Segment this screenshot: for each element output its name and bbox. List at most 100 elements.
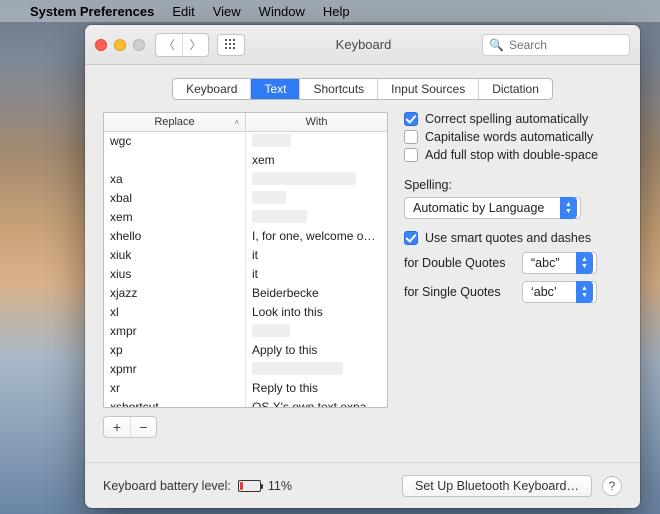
table-row[interactable]: xmpr [104, 322, 387, 341]
replace-cell[interactable]: xhello [104, 227, 246, 245]
preferences-window: 〈 〉 Keyboard 🔍 Keyboard Text Shortcuts I… [85, 25, 640, 508]
with-cell[interactable] [246, 208, 387, 226]
footer: Keyboard battery level: 11% Set Up Bluet… [85, 462, 640, 508]
checkbox-label: Use smart quotes and dashes [425, 231, 591, 245]
replacements-table[interactable]: Replace ˄ With wgcxemxaxbalxemxhelloI, f… [103, 112, 388, 408]
titlebar: 〈 〉 Keyboard 🔍 [85, 25, 640, 65]
column-with[interactable]: With [246, 113, 387, 131]
redacted-text [252, 210, 307, 223]
capitalise-checkbox[interactable]: Capitalise words automatically [404, 130, 622, 144]
with-cell[interactable]: it [246, 265, 387, 283]
tab-dictation[interactable]: Dictation [478, 79, 552, 99]
add-button[interactable]: + [104, 417, 130, 437]
menu-edit[interactable]: Edit [172, 4, 194, 19]
table-row[interactable]: xhelloI, for one, welcome our ne… [104, 227, 387, 246]
with-cell[interactable] [246, 189, 387, 207]
replace-cell[interactable]: xjazz [104, 284, 246, 302]
tab-input-sources[interactable]: Input Sources [377, 79, 478, 99]
with-cell[interactable] [246, 360, 387, 378]
menu-help[interactable]: Help [323, 4, 350, 19]
replace-cell[interactable]: xl [104, 303, 246, 321]
replace-cell[interactable]: xius [104, 265, 246, 283]
tab-keyboard[interactable]: Keyboard [173, 79, 250, 99]
fullstop-checkbox[interactable]: Add full stop with double-space [404, 148, 622, 162]
menu-bar[interactable]: System Preferences Edit View Window Help [0, 0, 660, 22]
replace-cell[interactable]: xa [104, 170, 246, 188]
with-cell[interactable] [246, 170, 387, 188]
help-button[interactable]: ? [602, 476, 622, 496]
checkbox-label: Add full stop with double-space [425, 148, 598, 162]
with-cell[interactable]: Reply to this [246, 379, 387, 397]
checkbox-label: Capitalise words automatically [425, 130, 593, 144]
search-input[interactable] [509, 38, 623, 52]
table-row[interactable]: xrReply to this [104, 379, 387, 398]
with-cell[interactable] [246, 132, 387, 150]
table-row[interactable]: xem [104, 208, 387, 227]
replace-cell[interactable]: xem [104, 208, 246, 226]
search-field[interactable]: 🔍 [482, 34, 630, 56]
search-icon: 🔍 [489, 38, 504, 52]
forward-button[interactable]: 〉 [182, 34, 208, 56]
menu-view[interactable]: View [213, 4, 241, 19]
dropdown-value: Automatic by Language [413, 201, 554, 215]
with-cell[interactable]: OS X's own text expansion [246, 398, 387, 407]
with-cell[interactable]: I, for one, welcome our ne… [246, 227, 387, 245]
table-row[interactable]: xbal [104, 189, 387, 208]
smart-quotes-checkbox[interactable]: Use smart quotes and dashes [404, 231, 622, 245]
show-all-button[interactable] [217, 34, 245, 56]
replace-cell[interactable] [104, 151, 246, 169]
replace-cell[interactable]: xbal [104, 189, 246, 207]
minimize-button[interactable] [114, 39, 126, 51]
redacted-text [252, 134, 291, 147]
table-row[interactable]: xpApply to this [104, 341, 387, 360]
dropdown-value: “abc” [531, 256, 570, 270]
redacted-text [252, 191, 286, 204]
with-cell[interactable]: Beiderbecke [246, 284, 387, 302]
replace-cell[interactable]: xiuk [104, 246, 246, 264]
table-row[interactable]: wgc [104, 132, 387, 151]
correct-spelling-checkbox[interactable]: Correct spelling automatically [404, 112, 622, 126]
table-row[interactable]: xem [104, 151, 387, 170]
table-row[interactable]: xiusit [104, 265, 387, 284]
remove-button[interactable]: − [130, 417, 156, 437]
checkbox-icon [404, 112, 418, 126]
close-button[interactable] [95, 39, 107, 51]
redacted-text [252, 172, 356, 185]
single-quotes-dropdown[interactable]: ‘abc’ ▲▼ [522, 281, 597, 303]
column-replace[interactable]: Replace ˄ [104, 113, 246, 131]
tab-text[interactable]: Text [250, 79, 299, 99]
replace-cell[interactable]: xpmr [104, 360, 246, 378]
table-row[interactable]: xjazzBeiderbecke [104, 284, 387, 303]
redacted-text [252, 324, 290, 337]
tab-shortcuts[interactable]: Shortcuts [299, 79, 377, 99]
table-row[interactable]: xpmr [104, 360, 387, 379]
table-row[interactable]: xiukit [104, 246, 387, 265]
zoom-button [133, 39, 145, 51]
table-row[interactable]: xlLook into this [104, 303, 387, 322]
with-cell[interactable]: Look into this [246, 303, 387, 321]
with-cell[interactable]: it [246, 246, 387, 264]
double-quotes-dropdown[interactable]: “abc” ▲▼ [522, 252, 597, 274]
nav-back-forward: 〈 〉 [155, 33, 209, 57]
replace-cell[interactable]: xmpr [104, 322, 246, 340]
table-row[interactable]: xshortcutOS X's own text expansion [104, 398, 387, 407]
back-button[interactable]: 〈 [156, 34, 182, 56]
replace-cell[interactable]: xr [104, 379, 246, 397]
spelling-dropdown[interactable]: Automatic by Language ▲▼ [404, 197, 581, 219]
pref-tabs: Keyboard Text Shortcuts Input Sources Di… [172, 78, 553, 100]
with-cell[interactable]: xem [246, 151, 387, 169]
replace-cell[interactable]: wgc [104, 132, 246, 150]
chevron-updown-icon: ▲▼ [560, 197, 577, 219]
battery-label: Keyboard battery level: [103, 479, 231, 493]
with-cell[interactable]: Apply to this [246, 341, 387, 359]
checkbox-icon [404, 231, 418, 245]
menu-window[interactable]: Window [259, 4, 305, 19]
replace-cell[interactable]: xp [104, 341, 246, 359]
bluetooth-keyboard-button[interactable]: Set Up Bluetooth Keyboard… [402, 475, 592, 497]
app-menu[interactable]: System Preferences [30, 4, 154, 19]
checkbox-icon [404, 148, 418, 162]
table-row[interactable]: xa [104, 170, 387, 189]
single-quotes-label: for Single Quotes [404, 285, 514, 299]
replace-cell[interactable]: xshortcut [104, 398, 246, 407]
with-cell[interactable] [246, 322, 387, 340]
